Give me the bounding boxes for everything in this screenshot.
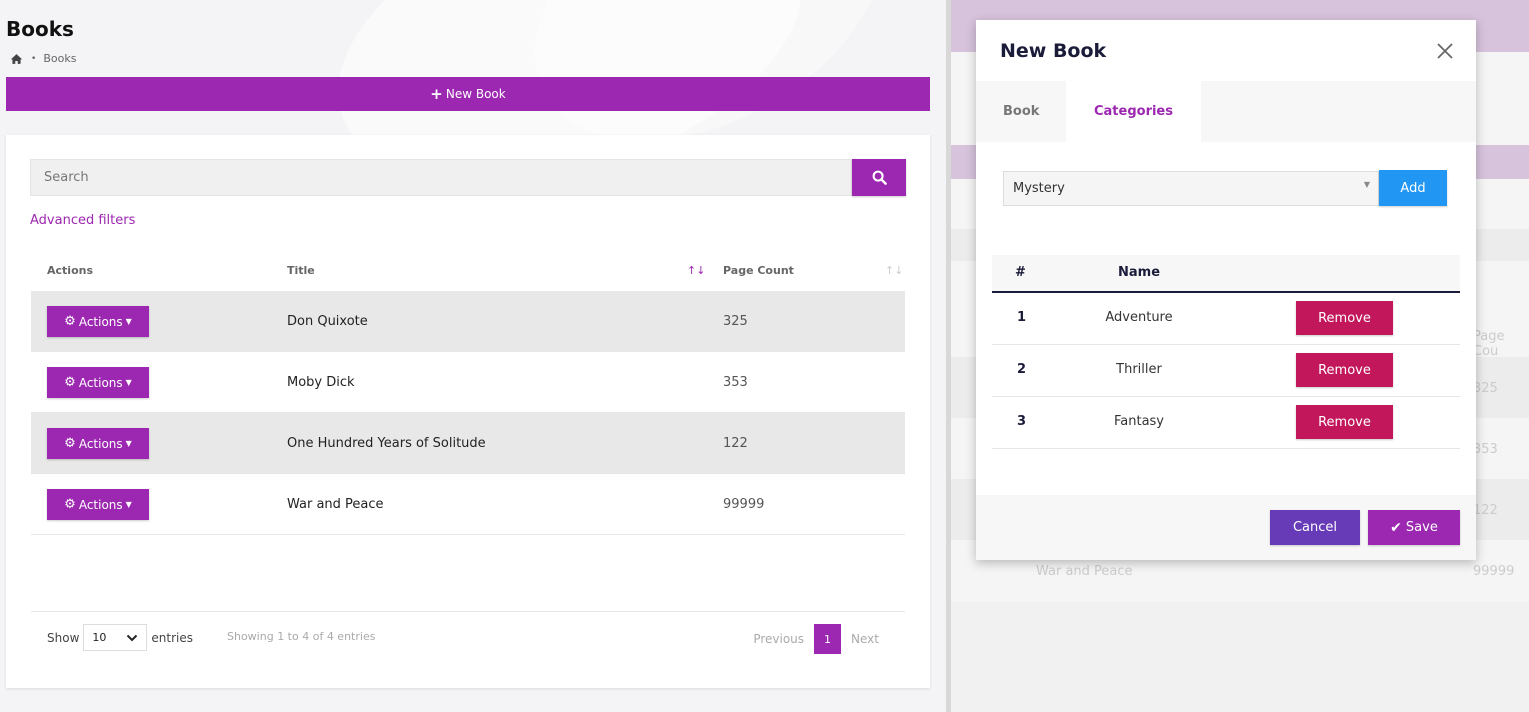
caret-down-icon: ▼ xyxy=(125,500,132,509)
sort-ascending-icon[interactable]: ↑↓ xyxy=(687,264,705,277)
save-button[interactable]: ✔ Save xyxy=(1368,510,1460,545)
breadcrumb-separator: • xyxy=(31,53,37,64)
modal-tabs: Book Categories xyxy=(976,81,1476,142)
new-book-label: New Book xyxy=(445,87,506,101)
cell-number: 2 xyxy=(1017,362,1027,377)
books-table: Actions Title ↑↓ Page Count ↑↓ ⚙ Actions… xyxy=(31,249,905,535)
table-row: ⚙ Actions ▼ Don Quixote 325 xyxy=(31,291,905,352)
new-book-modal: New Book Book Categories Mystery ▼ Add #… xyxy=(976,20,1476,560)
search-button[interactable] xyxy=(852,159,906,196)
cell-title: One Hundred Years of Solitude xyxy=(287,435,486,451)
ghost-cell: War and Peace xyxy=(1036,564,1133,579)
table-row: 3 Fantasy Remove xyxy=(992,397,1460,449)
gear-icon: ⚙ xyxy=(64,436,76,451)
actions-dropdown-button[interactable]: ⚙ Actions ▼ xyxy=(47,306,149,337)
actions-dropdown-button[interactable]: ⚙ Actions ▼ xyxy=(47,489,149,520)
remove-category-button[interactable]: Remove xyxy=(1296,405,1393,439)
ghost-cell: 99999 xyxy=(1473,564,1515,579)
gear-icon: ⚙ xyxy=(64,314,76,329)
page-size-value: 10 xyxy=(92,631,107,644)
search-input[interactable] xyxy=(30,159,852,196)
cancel-button[interactable]: Cancel xyxy=(1270,510,1360,545)
tab-book[interactable]: Book xyxy=(1003,81,1039,142)
table-footer: Show 10 entries Showing 1 to 4 of 4 entr… xyxy=(31,611,905,666)
save-label: Save xyxy=(1405,520,1438,535)
page-title: Books xyxy=(6,17,74,41)
home-icon[interactable] xyxy=(10,53,23,65)
category-name: Thriller xyxy=(1116,362,1162,377)
breadcrumb-current: Books xyxy=(43,52,77,65)
close-icon[interactable] xyxy=(1434,40,1456,62)
page-size-control: Show 10 entries xyxy=(47,624,193,651)
table-row: ⚙ Actions ▼ One Hundred Years of Solitud… xyxy=(31,413,905,474)
cell-page-count: 325 xyxy=(723,313,748,329)
modal-footer: Cancel ✔ Save xyxy=(976,495,1476,560)
table-row: ⚙ Actions ▼ War and Peace 99999 xyxy=(31,474,905,535)
gear-icon: ⚙ xyxy=(64,497,76,512)
gear-icon: ⚙ xyxy=(64,375,76,390)
column-header-number: # xyxy=(1015,265,1026,280)
check-icon: ✔ xyxy=(1390,519,1402,536)
search-icon xyxy=(872,170,887,185)
category-name: Adventure xyxy=(1105,310,1173,325)
ghost-cell: 122 xyxy=(1473,503,1498,518)
breadcrumb: • Books xyxy=(10,52,76,65)
remove-category-button[interactable]: Remove xyxy=(1296,301,1393,335)
column-header-actions: Actions xyxy=(47,263,93,277)
actions-dropdown-button[interactable]: ⚙ Actions ▼ xyxy=(47,367,149,398)
tab-categories[interactable]: Categories xyxy=(1066,81,1201,142)
actions-dropdown-button[interactable]: ⚙ Actions ▼ xyxy=(47,428,149,459)
plus-icon: + xyxy=(430,84,443,103)
cell-page-count: 353 xyxy=(723,374,748,390)
table-header: # Name xyxy=(992,255,1460,293)
category-select-value: Mystery xyxy=(1013,181,1065,196)
caret-down-icon: ▼ xyxy=(1363,180,1370,189)
table-row: 2 Thriller Remove xyxy=(992,345,1460,397)
table-row: ⚙ Actions ▼ Moby Dick 353 xyxy=(31,352,905,413)
page-size-select[interactable]: 10 xyxy=(83,624,148,651)
add-category-button[interactable]: Add xyxy=(1379,170,1447,206)
previous-page-button[interactable]: Previous xyxy=(753,632,804,646)
show-label: Show xyxy=(47,630,80,645)
cell-title: Don Quixote xyxy=(287,313,368,329)
cell-page-count: 99999 xyxy=(723,496,765,512)
actions-label: Actions xyxy=(78,314,123,329)
remove-category-button[interactable]: Remove xyxy=(1296,353,1393,387)
caret-down-icon: ▼ xyxy=(125,317,132,326)
ghost-cell: 325 xyxy=(1473,381,1498,396)
category-select[interactable]: Mystery ▼ xyxy=(1003,171,1379,206)
page-button-current[interactable]: 1 xyxy=(814,624,842,654)
caret-down-icon: ▼ xyxy=(125,378,132,387)
table-row: 1 Adventure Remove xyxy=(992,293,1460,345)
actions-label: Actions xyxy=(78,436,123,451)
showing-info: Showing 1 to 4 of 4 entries xyxy=(227,630,376,643)
caret-down-icon: ▼ xyxy=(125,439,132,448)
advanced-filters-link[interactable]: Advanced filters xyxy=(30,213,135,228)
cell-number: 3 xyxy=(1017,414,1027,429)
new-book-button[interactable]: + New Book xyxy=(6,77,930,111)
category-name: Fantasy xyxy=(1113,414,1165,429)
entries-label: entries xyxy=(151,630,193,645)
column-header-page-count[interactable]: Page Count xyxy=(723,264,794,277)
cell-title: Moby Dick xyxy=(287,374,355,390)
chevron-down-icon xyxy=(127,634,138,641)
table-header: Actions Title ↑↓ Page Count ↑↓ xyxy=(31,249,905,291)
ghost-column-header: Page Cou xyxy=(1473,329,1505,359)
cell-number: 1 xyxy=(1017,310,1027,325)
actions-label: Actions xyxy=(78,375,123,390)
cell-title: War and Peace xyxy=(287,496,384,512)
cell-page-count: 122 xyxy=(723,435,748,451)
ghost-cell: 353 xyxy=(1473,442,1498,457)
books-card: Advanced filters Actions Title ↑↓ Page C… xyxy=(6,135,930,688)
column-header-name: Name xyxy=(1118,265,1161,280)
modal-title: New Book xyxy=(1000,40,1107,62)
pagination: Previous 1 Next xyxy=(753,624,879,654)
sort-icon[interactable]: ↑↓ xyxy=(885,264,903,277)
categories-table: # Name 1 Adventure Remove 2 Thriller Rem… xyxy=(992,255,1460,449)
books-page: Books • Books + New Book Advanced filter… xyxy=(0,0,946,712)
actions-label: Actions xyxy=(78,497,123,512)
next-page-button[interactable]: Next xyxy=(851,632,879,646)
search-row xyxy=(30,159,906,196)
column-header-title[interactable]: Title xyxy=(287,264,315,277)
